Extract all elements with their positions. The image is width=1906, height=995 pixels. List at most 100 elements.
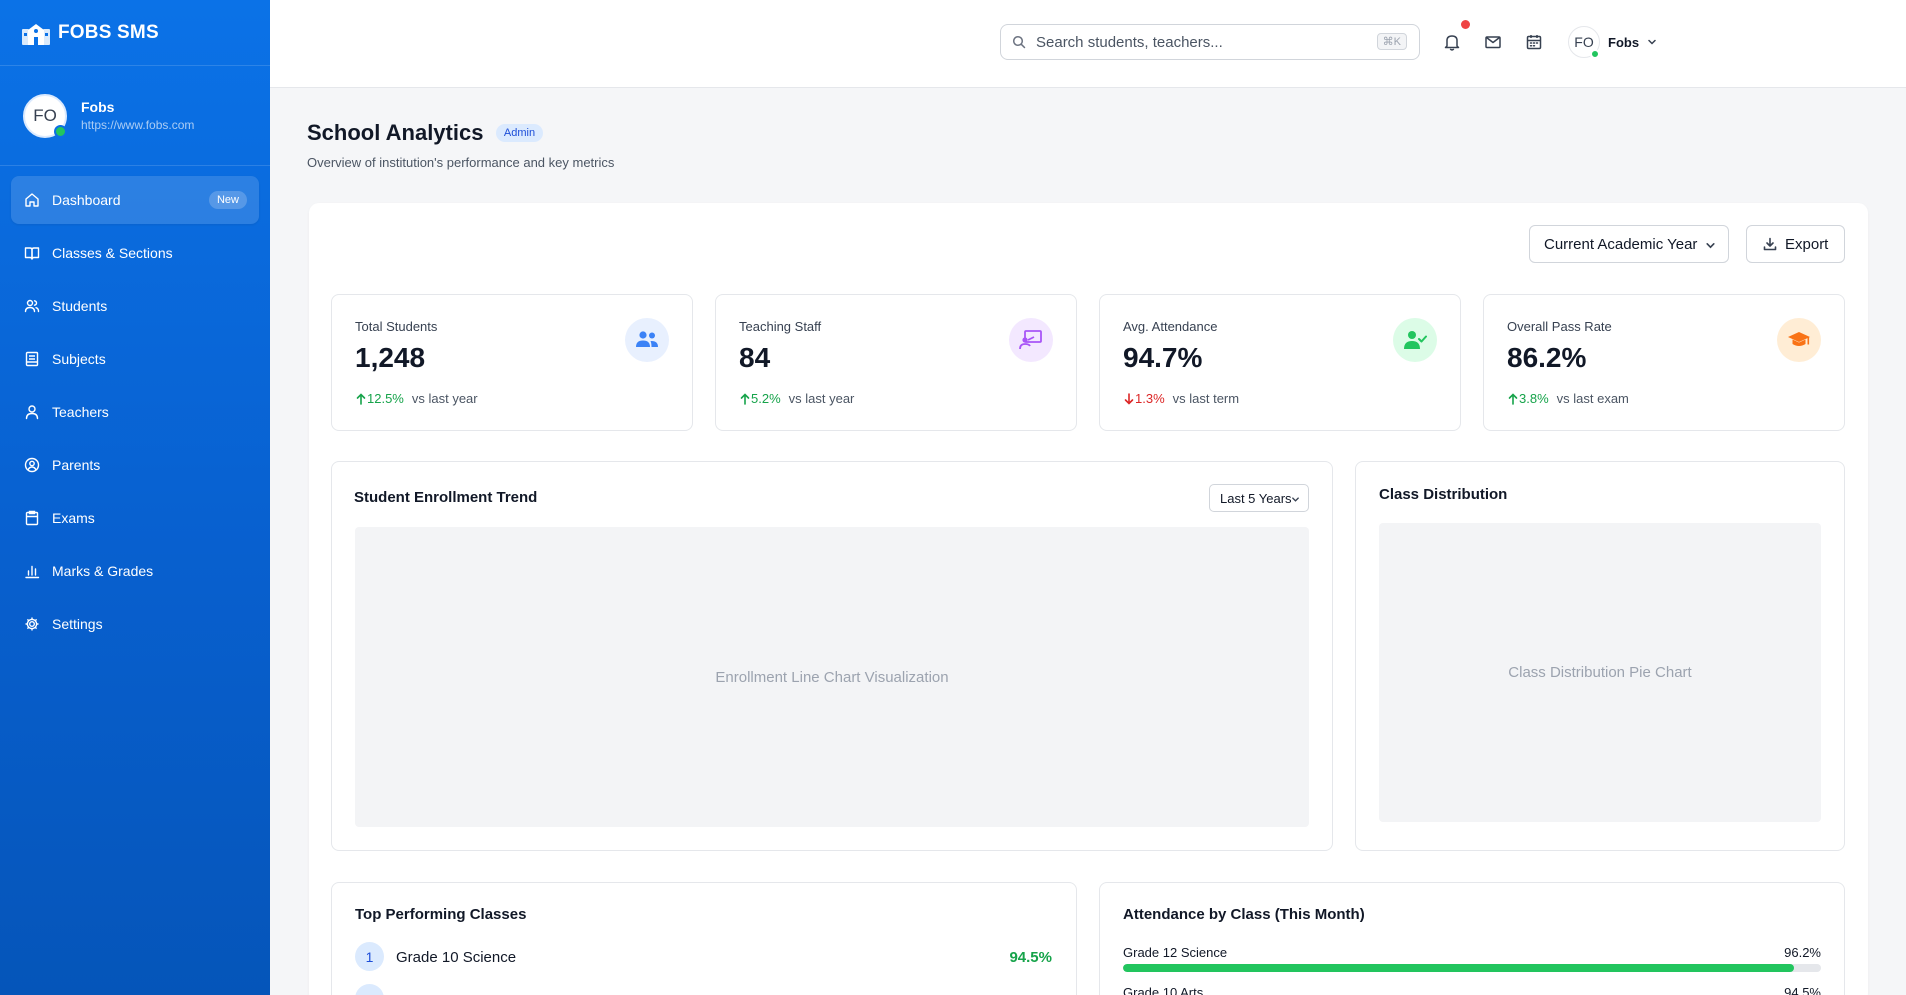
export-button-label: Export [1785,235,1829,253]
sidebar-item-label: Subjects [52,351,106,367]
class-score: 94.5% [1009,949,1052,966]
attendance-class-label: Grade 12 Science [1123,945,1228,960]
sidebar-item-teachers[interactable]: Teachers [11,388,259,436]
home-icon [25,193,39,207]
user-check-icon [1393,318,1437,362]
stat-label: Overall Pass Rate [1507,319,1612,334]
sidebar-item-parents[interactable]: Parents [11,441,259,489]
user-menu[interactable]: FO Fobs [1568,26,1657,59]
page-title: School Analytics [307,120,484,145]
sidebar-item-subjects[interactable]: Subjects [11,335,259,383]
attendance-value: 94.5% [1784,985,1821,995]
rank-badge: 1 [355,942,384,971]
stat-value: 1,248 [355,342,426,373]
notebook-icon [25,351,39,367]
stat-trend: 3.8% vs last exam [1507,391,1629,406]
stat-delta: 1.3% [1135,391,1165,406]
stat-trend: 5.2% vs last year [739,391,854,406]
online-status-dot [54,124,67,138]
profile-name: Fobs [81,99,115,115]
academic-year-select[interactable]: Current Academic Year [1529,225,1729,263]
download-icon [1763,237,1777,251]
brand-name: FOBS SMS [58,21,159,43]
bell-icon[interactable] [1442,32,1462,52]
school-icon [22,23,50,45]
sidebar-item-label: Classes & Sections [52,245,173,261]
sidebar-item-label: Settings [52,616,103,632]
mail-icon[interactable] [1483,32,1503,52]
enrollment-chart-placeholder: Enrollment Line Chart Visualization [355,527,1309,827]
users-icon [24,299,40,313]
arrow-down-icon [1124,392,1134,405]
sidebar-item-label: Students [52,298,108,314]
search-input[interactable] [1036,33,1356,51]
stat-label: Total Students [355,319,438,334]
search-shortcut-hint: ⌘K [1376,33,1407,50]
online-status-dot [1590,49,1600,59]
attendance-by-class-title: Attendance by Class (This Month) [1123,906,1365,923]
calendar-icon[interactable] [1524,32,1544,52]
stat-note: vs last exam [1556,391,1629,406]
sidebar-item-marks-grades[interactable]: Marks & Grades [11,547,259,595]
role-badge: Admin [495,124,544,142]
search-box[interactable]: ⌘K [1000,24,1420,60]
class-name: Grade 10 Science [396,949,517,966]
sidebar-item-label: Parents [52,457,101,473]
user-icon [25,405,39,420]
stat-value: 94.7% [1123,342,1203,373]
gear-icon [25,617,39,631]
stat-trend: 1.3% vs last term [1123,391,1239,406]
sidebar-item-label: Dashboard [52,192,121,208]
sidebar-item-students[interactable]: Students [11,282,259,330]
stat-delta: 3.8% [1519,391,1549,406]
sidebar-item-classes-sections[interactable]: Classes & Sections [11,229,259,277]
sidebar-profile[interactable]: FO Fobs https://www.fobs.com [0,66,270,166]
avatar: FO [1568,26,1600,59]
brand[interactable]: FOBS SMS [0,0,270,66]
attendance-class-label: Grade 10 Arts [1123,985,1204,995]
stat-note: vs last year [411,391,478,406]
chevron-down-icon [1648,39,1656,45]
top-header: ⌘K FO Fobs [270,0,1906,88]
search-icon [1012,35,1026,49]
stat-trend: 12.5% vs last year [355,391,478,406]
stat-value: 84 [739,342,771,373]
enrollment-trend-title: Student Enrollment Trend [354,489,538,506]
attendance-by-class-card [1099,882,1845,995]
top-performing-classes-card [331,882,1077,995]
stat-card-total-students: Total Students 1,248 12.5% vs last year [331,294,693,431]
avatar-initials: FO [33,105,57,125]
clipboard-icon [25,510,39,526]
stat-note: vs last year [788,391,855,406]
graduation-cap-icon [1777,318,1821,362]
new-badge: New [208,191,247,209]
avatar-initials: FO [1574,34,1594,50]
page-header: School Analytics Admin Overview of insti… [307,120,614,170]
arrow-up-icon [740,392,750,405]
class-distribution-title: Class Distribution [1379,486,1508,503]
export-button[interactable]: Export [1746,225,1845,263]
sidebar-item-settings[interactable]: Settings [11,600,259,648]
sidebar-item-dashboard[interactable]: Dashboard New [11,176,259,224]
attendance-progress-fill [1123,964,1795,972]
placeholder-text: Class Distribution Pie Chart [1508,664,1692,681]
sidebar-item-exams[interactable]: Exams [11,494,259,542]
stat-card-overall-pass-rate: Overall Pass Rate 86.2% 3.8% vs last exa… [1483,294,1845,431]
stat-note: vs last term [1172,391,1240,406]
stat-card-avg-attendance: Avg. Attendance 94.7% 1.3% vs last term [1099,294,1461,431]
stat-label: Avg. Attendance [1123,319,1218,334]
user-name: Fobs [1608,34,1640,50]
sidebar-nav: Dashboard New Classes & Sections Student… [0,166,270,663]
page-subtitle: Overview of institution's performance an… [307,155,615,170]
book-open-icon [24,247,40,260]
avatar: FO [23,93,67,138]
sidebar: FOBS SMS FO Fobs https://www.fobs.com Da… [0,0,270,995]
enrollment-range-select[interactable]: Last 5 Years [1209,484,1309,512]
stat-label: Teaching Staff [739,319,822,334]
profile-url: https://www.fobs.com [81,118,195,132]
stat-value: 86.2% [1507,342,1587,373]
class-distribution-chart-placeholder: Class Distribution Pie Chart [1379,523,1821,822]
enrollment-range-value: Last 5 Years [1220,490,1292,506]
sidebar-item-label: Marks & Grades [52,563,154,579]
chevron-down-icon [1706,243,1715,249]
